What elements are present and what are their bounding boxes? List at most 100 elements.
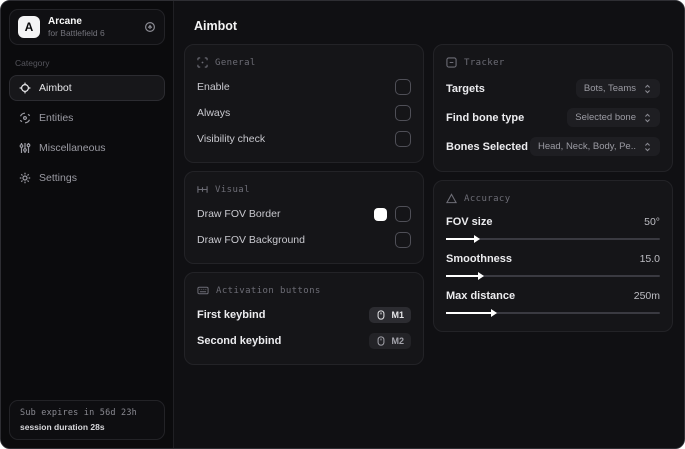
panel-tracker-header: Tracker xyxy=(446,57,660,68)
setting-row-draw-fov-background: Draw FOV Background xyxy=(197,227,411,253)
app-logo: A xyxy=(18,16,40,39)
max-distance-slider[interactable] xyxy=(446,308,660,317)
mouse-icon xyxy=(376,310,386,320)
subscription-card: Sub expires in 56d 23h session duration … xyxy=(9,400,165,440)
always-checkbox[interactable] xyxy=(395,105,411,121)
fov-border-color-swatch[interactable] xyxy=(374,207,387,221)
gear-icon xyxy=(19,172,31,184)
main-area: Aimbot General Enable Always Visibility … xyxy=(174,1,684,448)
mouse-icon xyxy=(376,336,386,346)
setting-row-smoothness: Smoothness 15.0 xyxy=(446,247,660,284)
sub-expiry-text: Sub expires in 56d 23h xyxy=(20,408,137,418)
draw-fov-background-checkbox[interactable] xyxy=(395,232,411,248)
app-name: Arcane xyxy=(48,16,82,27)
setting-label: Find bone type xyxy=(446,111,525,124)
unfold-icon xyxy=(643,142,652,152)
fov-size-head: FOV size 50° xyxy=(446,216,660,228)
select-value: Selected bone xyxy=(575,112,636,123)
panel-general-header: General xyxy=(197,57,411,68)
fov-border-controls xyxy=(374,206,411,222)
panel-title-label: Activation buttons xyxy=(216,285,321,296)
targets-select[interactable]: Bots, Teams xyxy=(575,79,660,98)
draw-fov-border-checkbox[interactable] xyxy=(395,206,411,222)
setting-label: Always xyxy=(197,107,231,119)
setting-row-targets: Targets Bots, Teams xyxy=(446,74,660,103)
category-label: Category xyxy=(15,58,50,69)
unload-button[interactable] xyxy=(144,21,156,33)
bones-selected-select[interactable]: Head, Neck, Body, Pe.. xyxy=(529,137,660,156)
setting-row-always: Always xyxy=(197,100,411,126)
entities-icon xyxy=(19,112,31,124)
setting-row-fov-size: FOV size 50° xyxy=(446,210,660,247)
sidebar-item-settings[interactable]: Settings xyxy=(9,165,165,191)
brand-card: A Arcane for Battlefield 6 xyxy=(9,9,165,46)
setting-label: Draw FOV Border xyxy=(197,208,281,220)
setting-label: Second keybind xyxy=(197,335,282,347)
refresh-icon xyxy=(144,21,156,33)
brand-text: Arcane for Battlefield 6 xyxy=(48,16,105,38)
crosshair-icon xyxy=(19,82,31,94)
slider-fill xyxy=(446,234,480,243)
keybind-value: M1 xyxy=(391,310,404,320)
fov-size-value: 50° xyxy=(644,216,660,228)
sliders-icon xyxy=(19,142,31,154)
setting-row-first-keybind: First keybind M1 xyxy=(197,302,411,328)
panel-columns: General Enable Always Visibility check V… xyxy=(184,44,674,365)
app-window: A Arcane for Battlefield 6 Category Aimb… xyxy=(0,0,685,449)
square-minus-icon xyxy=(446,57,457,68)
panel-activation-header: Activation buttons xyxy=(197,285,411,296)
keybind-value: M2 xyxy=(391,336,404,346)
scan-icon xyxy=(197,57,208,68)
setting-row-find-bone-type: Find bone type Selected bone xyxy=(446,103,660,132)
setting-label: FOV size xyxy=(446,216,493,228)
visibility-check-checkbox[interactable] xyxy=(395,131,411,147)
sidebar: A Arcane for Battlefield 6 Category Aimb… xyxy=(1,1,174,448)
second-keybind-button[interactable]: M2 xyxy=(369,333,411,349)
unfold-icon xyxy=(643,84,652,94)
sidebar-item-label: Aimbot xyxy=(39,82,72,95)
setting-label: Max distance xyxy=(446,290,516,302)
setting-label: Targets xyxy=(446,82,485,95)
panel-visual: Visual Draw FOV Border Draw FOV Backgrou… xyxy=(184,171,424,264)
slider-fill xyxy=(446,308,497,317)
setting-row-visibility-check: Visibility check xyxy=(197,126,411,152)
smoothness-value: 15.0 xyxy=(639,253,660,265)
setting-label: Smoothness xyxy=(446,253,513,265)
app-subtitle: for Battlefield 6 xyxy=(48,28,105,38)
panel-tracker: Tracker Targets Bots, Teams Find bone ty… xyxy=(433,44,673,172)
sidebar-item-label: Miscellaneous xyxy=(39,142,106,155)
select-value: Bots, Teams xyxy=(583,83,636,94)
setting-row-draw-fov-border: Draw FOV Border xyxy=(197,201,411,227)
panel-activation-buttons: Activation buttons First keybind M1 Seco… xyxy=(184,272,424,365)
setting-row-second-keybind: Second keybind M2 xyxy=(197,328,411,354)
enable-checkbox[interactable] xyxy=(395,79,411,95)
sidebar-item-miscellaneous[interactable]: Miscellaneous xyxy=(9,135,165,161)
unfold-icon xyxy=(643,113,652,123)
triangle-icon xyxy=(446,193,457,204)
sidebar-item-entities[interactable]: Entities xyxy=(9,105,165,131)
sidebar-item-aimbot[interactable]: Aimbot xyxy=(9,75,165,102)
setting-row-max-distance: Max distance 250m xyxy=(446,284,660,321)
sidebar-item-label: Entities xyxy=(39,112,74,125)
panel-title-label: General xyxy=(215,57,256,68)
panel-title-label: Accuracy xyxy=(464,193,511,204)
session-duration-text: session duration 28s xyxy=(20,422,105,432)
panel-accuracy-header: Accuracy xyxy=(446,193,660,204)
setting-label: Enable xyxy=(197,81,230,93)
sidebar-item-label: Settings xyxy=(39,172,77,185)
panel-general: General Enable Always Visibility check xyxy=(184,44,424,163)
smoothness-slider[interactable] xyxy=(446,271,660,280)
find-bone-type-select[interactable]: Selected bone xyxy=(567,108,660,127)
setting-label: Draw FOV Background xyxy=(197,234,305,246)
right-column: Tracker Targets Bots, Teams Find bone ty… xyxy=(433,44,673,365)
panel-title-label: Visual xyxy=(215,184,250,195)
fov-size-slider[interactable] xyxy=(446,234,660,243)
first-keybind-button[interactable]: M1 xyxy=(369,307,411,323)
slider-fill xyxy=(446,271,485,280)
select-value: Head, Neck, Body, Pe.. xyxy=(537,141,636,152)
max-distance-head: Max distance 250m xyxy=(446,290,660,302)
setting-label: Visibility check xyxy=(197,133,266,145)
adjustments-icon xyxy=(197,184,208,195)
setting-row-bones-selected: Bones Selected Head, Neck, Body, Pe.. xyxy=(446,132,660,161)
